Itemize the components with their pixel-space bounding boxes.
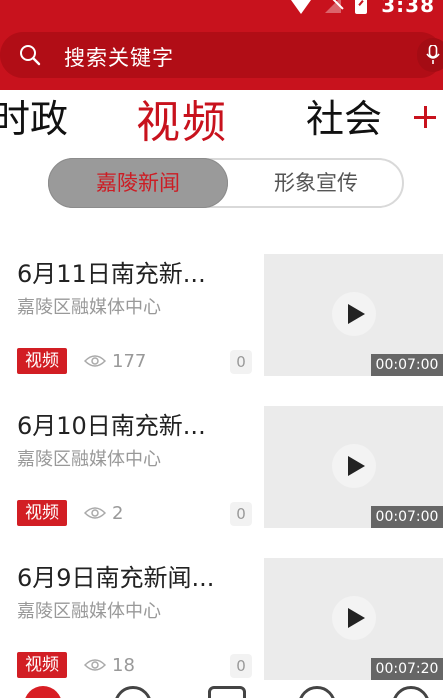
video-icon[interactable] [114,686,152,698]
comment-count: 0 [230,654,252,678]
news-source: 嘉陵区融媒体中心 [17,297,161,318]
video-duration: 00:07:20 [371,658,443,680]
play-icon[interactable] [332,292,376,336]
list-item[interactable]: 6月11日南充新... 嘉陵区融媒体中心 视频 177 0 00:07:00 [0,232,443,382]
battery-icon [355,0,368,14]
video-duration: 00:07:00 [371,506,443,528]
search-icon [20,45,41,66]
home-icon[interactable] [24,686,62,698]
news-title[interactable]: 6月10日南充新... [17,406,206,441]
eye-icon [84,355,106,367]
view-count-value: 2 [112,502,124,524]
news-source: 嘉陵区融媒体中心 [17,449,161,470]
news-icon[interactable] [208,686,246,698]
tab-video[interactable]: 视频 [136,98,228,148]
view-count-value: 18 [112,654,135,676]
mic-button[interactable] [417,38,443,72]
signal-icon [325,0,342,13]
view-count-value: 177 [112,350,147,372]
segment-control: 嘉陵新闻 形象宣传 [48,158,404,208]
search-placeholder[interactable]: 搜索关键字 [64,42,174,72]
video-thumbnail[interactable]: 00:07:20 [264,558,443,680]
profile-icon[interactable] [392,686,430,698]
status-bar: 3:38 [291,0,435,17]
list-item[interactable]: 6月10日南充新... 嘉陵区融媒体中心 视频 2 0 00:07:00 [0,384,443,534]
video-tag-badge: 视频 [17,348,67,374]
mic-icon [426,45,440,64]
audio-icon[interactable] [298,686,336,698]
video-duration: 00:07:00 [371,354,443,376]
video-tag-badge: 视频 [17,652,67,678]
segment-image-promotion[interactable]: 形象宣传 [228,158,404,208]
add-tab-button[interactable] [412,104,440,132]
play-icon[interactable] [332,444,376,488]
wifi-icon [291,0,312,14]
news-source: 嘉陵区融媒体中心 [17,601,161,622]
eye-icon [84,659,106,671]
view-count: 177 [84,348,146,374]
tab-politics[interactable]: 时政 [0,94,68,144]
video-thumbnail[interactable]: 00:07:00 [264,254,443,376]
view-count: 18 [84,652,135,678]
news-title[interactable]: 6月9日南充新闻... [17,558,214,593]
app-header: 3:38 搜索关键字 [0,0,443,90]
video-tag-badge: 视频 [17,500,67,526]
eye-icon [84,507,106,519]
comment-count: 0 [230,350,252,374]
list-item[interactable]: 6月9日南充新闻... 嘉陵区融媒体中心 视频 18 0 00:07:20 [0,536,443,686]
comment-count: 0 [230,502,252,526]
news-title[interactable]: 6月11日南充新... [17,254,206,289]
play-icon[interactable] [332,596,376,640]
tab-society[interactable]: 社会 [306,94,382,144]
segment-jialing-news[interactable]: 嘉陵新闻 [48,158,228,208]
video-thumbnail[interactable]: 00:07:00 [264,406,443,528]
bottom-navigation [0,686,443,698]
view-count: 2 [84,500,123,526]
search-bar[interactable]: 搜索关键字 [0,32,443,78]
status-time: 3:38 [381,0,435,17]
category-tabs: 时政 视频 社会 [0,90,443,158]
